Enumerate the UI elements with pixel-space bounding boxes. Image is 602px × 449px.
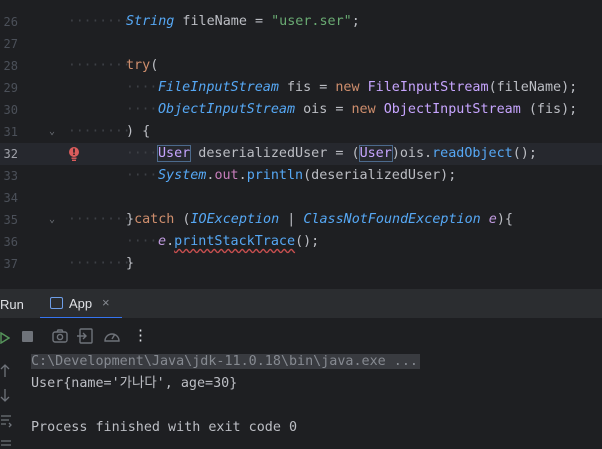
scroll-down-icon[interactable] (0, 388, 10, 402)
code-text: }catch (IOException | ClassNotFoundExcep… (126, 212, 513, 227)
indent-guide: ········ (68, 256, 131, 271)
code-line-current[interactable]: 32 ···· User deserializedUser = (User)ois… (0, 143, 602, 165)
code-editor[interactable]: 26 ········ String fileName = "user.ser";… (0, 0, 602, 288)
code-line[interactable]: 31 ⌄ ········) { (0, 121, 602, 143)
code-line[interactable]: 37 ········} (0, 253, 602, 275)
rerun-icon[interactable] (0, 332, 10, 344)
indent-guide: ········ (68, 212, 131, 227)
close-tab-icon[interactable]: × (102, 295, 110, 310)
indent-guide: ········ (68, 14, 131, 29)
line-number: 33 (3, 169, 18, 183)
line-number: 32 (3, 147, 18, 161)
code-text: ) { (126, 124, 151, 139)
print-icon[interactable] (0, 440, 12, 449)
console-side-toolbar (0, 318, 14, 449)
line-number: 30 (3, 103, 18, 117)
application-icon (50, 297, 63, 309)
indent-guide: ···· (126, 102, 158, 117)
tab-label: App (69, 296, 93, 311)
indent-guide: ···· (126, 80, 158, 95)
restore-layout-icon[interactable] (76, 326, 96, 346)
fold-chevron-icon[interactable]: ⌄ (49, 209, 55, 231)
code-line[interactable]: 33 ···· System.out.println(deserializedUs… (0, 165, 602, 187)
code-text: ObjectInputStream ois = new ObjectInputS… (158, 102, 578, 117)
line-number: 34 (3, 191, 18, 205)
tab-app[interactable]: App × (40, 289, 122, 319)
code-text: String fileName = "user.ser"; (126, 14, 360, 29)
code-line[interactable]: 29 ···· FileInputStream fis = new FileInp… (0, 77, 602, 99)
code-text: User deserializedUser = (User)ois.readOb… (156, 145, 537, 162)
line-number: 31 (3, 125, 18, 139)
scroll-up-icon[interactable] (0, 364, 10, 378)
code-line[interactable]: 34 (0, 187, 602, 209)
code-line[interactable]: 30 ···· ObjectInputStream ois = new Objec… (0, 99, 602, 121)
indent-guide: ···· (126, 168, 158, 183)
line-number: 36 (3, 235, 18, 249)
indent-guide: ········ (68, 124, 131, 139)
console-command-line[interactable]: C:\Development\Java\jdk-11.0.18\bin\java… (31, 351, 420, 373)
run-panel-label: Run (0, 297, 24, 312)
line-number: 27 (3, 37, 18, 51)
gauge-icon[interactable] (102, 326, 122, 346)
code-line[interactable]: 26 ········ String fileName = "user.ser"; (0, 11, 602, 33)
stop-icon[interactable] (18, 326, 38, 346)
fold-chevron-icon[interactable]: ⌄ (49, 121, 55, 143)
camera-icon[interactable] (50, 326, 70, 346)
code-line[interactable]: 35 ⌄ ········}catch (IOException | Class… (0, 209, 602, 231)
more-options-icon[interactable]: ⋮ (133, 326, 148, 346)
line-number: 28 (3, 59, 18, 73)
line-number: 37 (3, 257, 18, 271)
indent-guide: ···· (126, 146, 158, 161)
code-text: } (126, 256, 135, 271)
console-output-line: User{name='가나다', age=30} (31, 376, 238, 391)
indent-guide: ···· (126, 234, 158, 249)
code-text: try( (126, 58, 159, 73)
code-text: e.printStackTrace(); (158, 234, 320, 249)
code-text: FileInputStream fis = new FileInputStrea… (158, 80, 578, 95)
indent-guide: ········ (68, 58, 131, 73)
code-line[interactable]: 28 ········ try( (0, 55, 602, 77)
code-text: System.out.println(deserializedUser); (158, 168, 457, 183)
console-panel[interactable]: ⋮ C:\Development\Java\jdk-11.0.18\bin\ja… (0, 318, 602, 449)
code-line[interactable]: 27 (0, 33, 602, 55)
line-number: 29 (3, 81, 18, 95)
console-exit-line: Process finished with exit code 0 (31, 420, 298, 435)
code-line[interactable]: 36 ···· e.printStackTrace(); (0, 231, 602, 253)
line-number: 26 (3, 15, 18, 29)
run-tool-window-header: Run App × (0, 288, 602, 319)
error-bulb-icon[interactable] (67, 146, 81, 162)
soft-wrap-icon[interactable] (0, 414, 12, 428)
line-number: 35 (3, 213, 18, 227)
